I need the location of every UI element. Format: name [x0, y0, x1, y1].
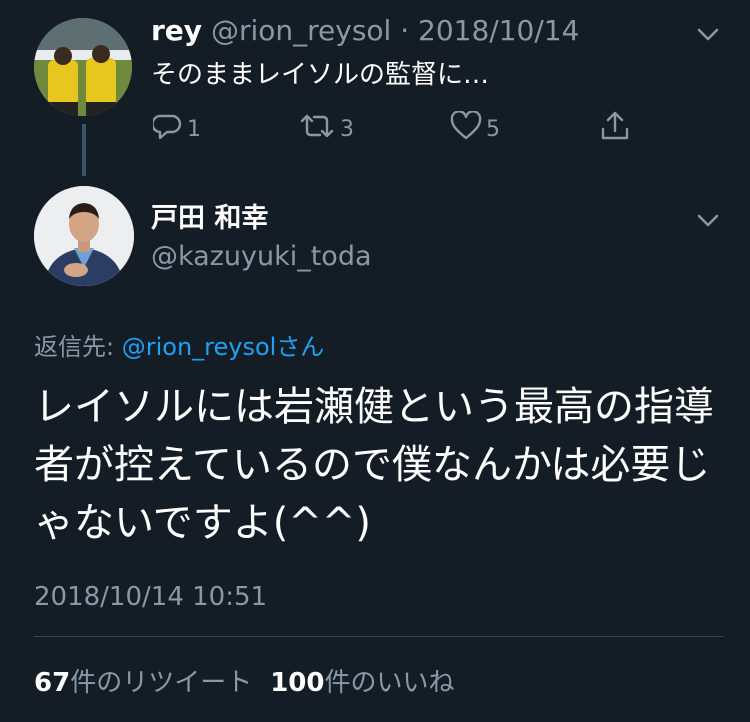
retweets-count: 67 — [34, 668, 71, 698]
share-button[interactable] — [598, 109, 636, 149]
reply-icon — [151, 111, 187, 147]
tweet-stats: 67件のリツイート 100件のいいね — [34, 666, 455, 700]
parent-tweet-text: そのままレイソルの監督に… — [151, 60, 490, 90]
retweets-stat[interactable]: 67件のリツイート — [34, 668, 252, 698]
thread-connector — [82, 124, 86, 176]
share-icon — [598, 109, 636, 149]
chevron-down-icon[interactable] — [694, 206, 722, 234]
tweet-date[interactable]: 2018/10/14 — [418, 14, 579, 47]
reply-context: 返信先: @rion_reysolさん — [34, 330, 324, 364]
reply-button[interactable]: 1 — [151, 111, 201, 147]
likes-label: 件のいいね — [324, 668, 455, 698]
retweet-count: 3 — [340, 116, 354, 142]
retweets-label: 件のリツイート — [70, 668, 253, 698]
meta-separator: · — [391, 14, 419, 47]
like-icon — [450, 110, 486, 147]
parent-tweet-header: rey @rion_reysol · 2018/10/14 — [151, 14, 579, 48]
chevron-down-icon[interactable] — [694, 20, 722, 48]
reply-to-link[interactable]: @rion_reysol — [122, 333, 277, 361]
avatar[interactable] — [34, 186, 134, 286]
author-handle[interactable]: @rion_reysol — [211, 14, 391, 47]
reply-count: 1 — [187, 116, 201, 142]
avatar[interactable] — [34, 18, 132, 116]
likes-count: 100 — [270, 668, 325, 698]
reply-suffix: さん — [276, 333, 325, 361]
retweet-icon — [298, 111, 340, 147]
likes-stat[interactable]: 100件のいいね — [270, 668, 454, 698]
tweet-timestamp[interactable]: 2018/10/14 10:51 — [34, 580, 267, 614]
divider — [34, 636, 724, 637]
reply-prefix: 返信先: — [34, 333, 122, 361]
tweet-text: レイソルには岩瀬健という最高の指導者が控えているので僕なんかは必要じゃないですよ… — [34, 384, 714, 546]
author-handle[interactable]: @kazuyuki_toda — [151, 240, 372, 274]
author-name[interactable]: rey — [151, 14, 202, 47]
retweet-button[interactable]: 3 — [298, 112, 354, 146]
like-button[interactable]: 5 — [450, 110, 500, 147]
like-count: 5 — [486, 116, 500, 142]
author-name[interactable]: 戸田 和幸 — [151, 202, 268, 236]
